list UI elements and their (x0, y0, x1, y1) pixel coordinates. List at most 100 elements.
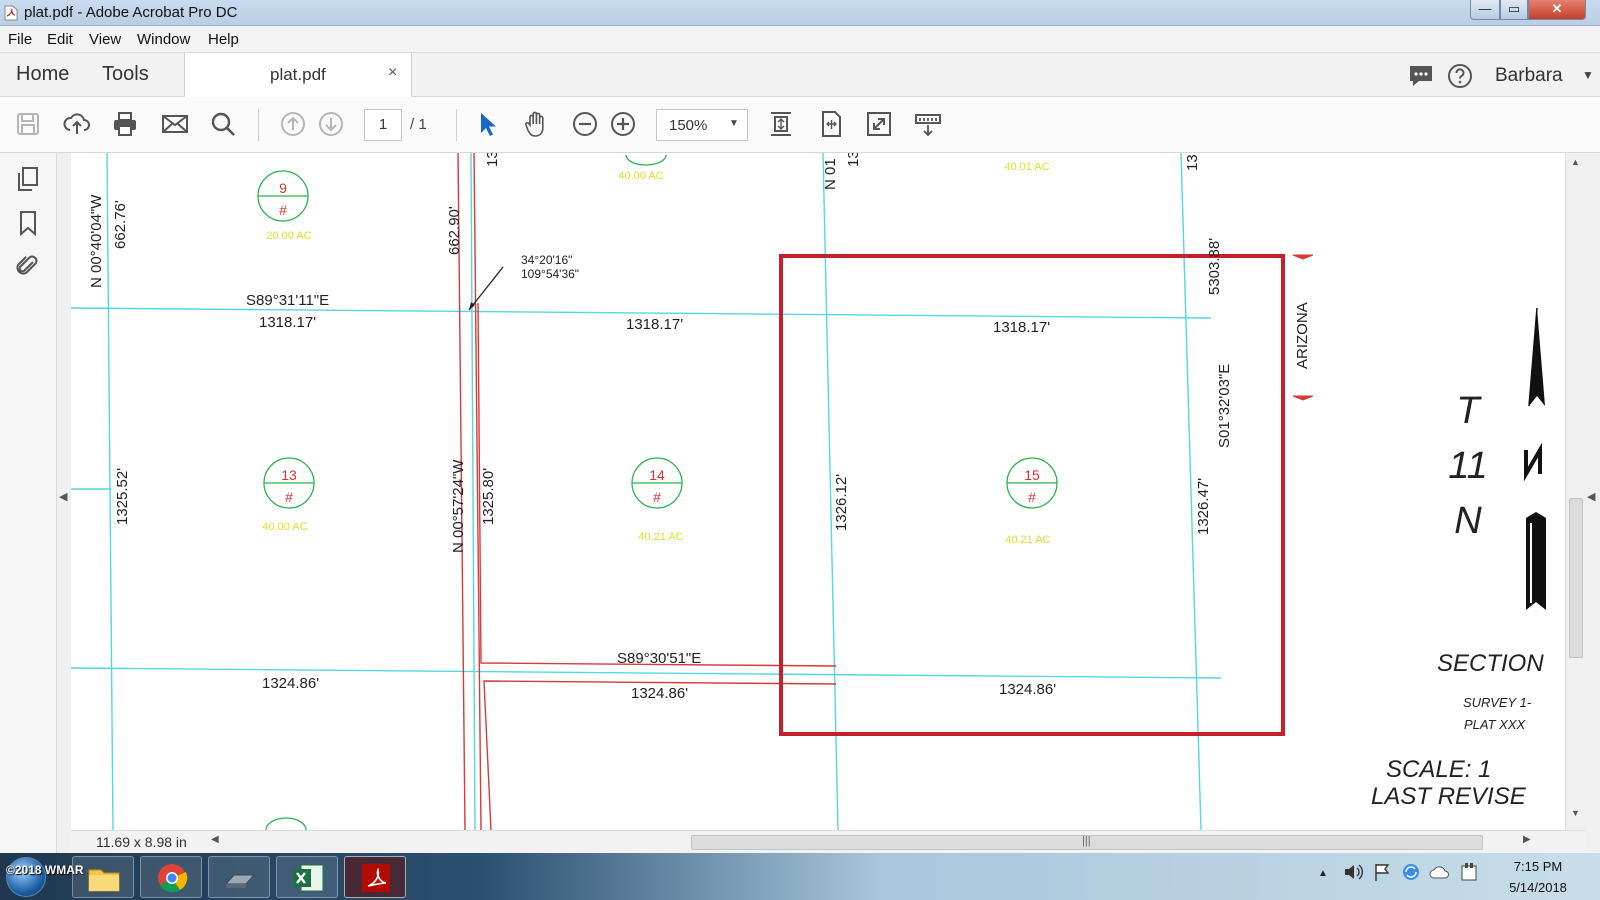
chrome-icon[interactable] (140, 856, 202, 898)
show-hidden-icons-button[interactable]: ▲ (1318, 868, 1328, 879)
action-center-flag-icon[interactable] (1372, 861, 1394, 883)
volume-icon[interactable] (1342, 861, 1364, 883)
partial-label: 13 (484, 153, 501, 167)
comment-icon[interactable] (1408, 64, 1434, 88)
scroll-left-icon[interactable]: ◀ (211, 834, 219, 845)
network-sync-icon[interactable] (1400, 861, 1424, 883)
clock-date[interactable]: 5/14/2018 (1490, 880, 1586, 895)
page-thumbnails-icon[interactable] (14, 165, 42, 193)
menu-window[interactable]: Window (137, 31, 190, 48)
township-letter: T (1456, 390, 1482, 432)
document-view[interactable]: 9 13 14 15 # # # # 20.00 AC 40.00 AC 40.… (71, 153, 1565, 830)
excel-icon[interactable] (276, 856, 338, 898)
email-icon[interactable] (160, 109, 190, 139)
menu-bar: File Edit View Window Help (0, 26, 1600, 53)
tab-home[interactable]: Home (16, 63, 69, 86)
distance-label: 1325.80' (480, 468, 497, 525)
bearing-label: N 00°57'24"W (450, 459, 467, 553)
chevron-left-icon: ◀ (1587, 491, 1596, 503)
page-size-label: 11.69 x 8.98 in (96, 834, 187, 850)
vertical-scrollbar[interactable]: ▲ ▼ (1565, 153, 1585, 830)
document-tab-label: plat.pdf (270, 65, 326, 84)
read-mode-icon[interactable] (913, 109, 943, 139)
clock-time[interactable]: 7:15 PM (1490, 859, 1586, 874)
distance-label: 5303.88' (1206, 238, 1223, 295)
tab-bar: Home Tools plat.pdf × Barbara ▼ (0, 53, 1600, 97)
collapse-right-pane-button[interactable]: ◀ (1585, 153, 1600, 853)
select-arrow-icon[interactable] (472, 109, 502, 139)
attachment-icon[interactable] (14, 253, 42, 281)
tab-tools[interactable]: Tools (102, 63, 149, 86)
scroll-right-icon[interactable]: ▶ (1523, 834, 1531, 845)
zoom-select[interactable]: 150% ▼ (656, 109, 748, 141)
section-label: SECTION (1437, 650, 1544, 677)
bearing-label: S89°31'11"E (246, 292, 329, 309)
page-number-input[interactable]: 1 (364, 109, 402, 141)
prev-page-icon[interactable] (278, 109, 308, 139)
distance-label: 1318.17' (259, 314, 316, 331)
partial-label: N 01 (822, 158, 839, 190)
leader-line (468, 266, 504, 311)
user-name[interactable]: Barbara (1495, 65, 1563, 87)
document-tab[interactable]: plat.pdf × (184, 53, 412, 97)
page-total: / 1 (410, 116, 427, 133)
file-explorer-icon[interactable] (72, 856, 134, 898)
menu-view[interactable]: View (89, 31, 121, 48)
survey-line (71, 667, 1222, 679)
toolbar-divider (258, 109, 259, 141)
scroll-up-icon[interactable]: ▲ (1571, 157, 1580, 167)
help-icon[interactable] (1447, 63, 1473, 89)
status-bar: 11.69 x 8.98 in ◀ ||| ▶ (71, 830, 1585, 853)
distance-label: 1326.12' (833, 474, 850, 531)
cloud-icon[interactable] (1428, 861, 1452, 883)
bookmark-icon[interactable] (14, 209, 42, 237)
menu-help[interactable]: Help (208, 31, 239, 48)
distance-label: 1326.47' (1195, 478, 1212, 535)
bearing-label: N 00°40'04"W (88, 194, 105, 288)
lot-acres: 40.00 AC (618, 170, 663, 182)
print-icon[interactable] (110, 109, 140, 139)
upload-icon[interactable] (62, 109, 92, 139)
close-window-button[interactable]: ✕ (1528, 0, 1586, 20)
close-tab-icon[interactable]: × (388, 64, 397, 82)
lot-number: 9 (279, 180, 287, 196)
lot-partial-circle (625, 154, 667, 166)
save-icon[interactable] (13, 109, 43, 139)
horizontal-scrollbar[interactable]: ◀ ||| ▶ (211, 833, 1535, 851)
grip-icon: ||| (1082, 835, 1091, 847)
collapse-left-pane-button[interactable]: ◀ (57, 153, 71, 853)
fit-width-icon[interactable] (816, 109, 846, 139)
lot-partial-circle (265, 817, 307, 830)
fit-page-icon[interactable] (766, 109, 796, 139)
search-icon[interactable] (208, 109, 238, 139)
acrobat-icon[interactable] (344, 856, 406, 898)
chevron-down-icon[interactable]: ▼ (1582, 68, 1594, 82)
scrollbar-thumb[interactable] (1569, 498, 1583, 658)
next-page-icon[interactable] (316, 109, 346, 139)
lot-acres: 40.21 AC (638, 531, 683, 543)
chevron-down-icon: ▼ (729, 118, 739, 129)
scrollbar-thumb[interactable]: ||| (691, 835, 1483, 850)
north-arrow (1524, 307, 1546, 610)
menu-edit[interactable]: Edit (47, 31, 73, 48)
window-title: plat.pdf - Adobe Acrobat Pro DC (24, 4, 238, 21)
device-icon[interactable] (1458, 861, 1480, 883)
minimize-button[interactable]: — (1470, 0, 1500, 20)
survey-line (106, 153, 114, 830)
lot-symbol: # (285, 489, 293, 505)
distance-label: 1318.17' (626, 316, 683, 333)
scroll-down-icon[interactable]: ▼ (1571, 808, 1580, 818)
hand-icon[interactable] (521, 109, 551, 139)
lot-number: 15 (1024, 467, 1040, 483)
menu-file[interactable]: File (8, 31, 32, 48)
bearing-label: S01°32'03"E (1216, 364, 1233, 448)
distance-label: 1324.86' (631, 685, 688, 702)
last-revised-label: LAST REVISE (1371, 783, 1527, 810)
full-screen-icon[interactable] (864, 109, 894, 139)
scanner-icon[interactable] (208, 856, 270, 898)
zoom-out-icon[interactable] (570, 109, 600, 139)
maximize-button[interactable]: ▭ (1500, 0, 1528, 20)
title-bar: plat.pdf - Adobe Acrobat Pro DC — ▭ ✕ (0, 0, 1600, 26)
bearing-label: S89°30'51"E (617, 650, 701, 667)
zoom-in-icon[interactable] (608, 109, 638, 139)
